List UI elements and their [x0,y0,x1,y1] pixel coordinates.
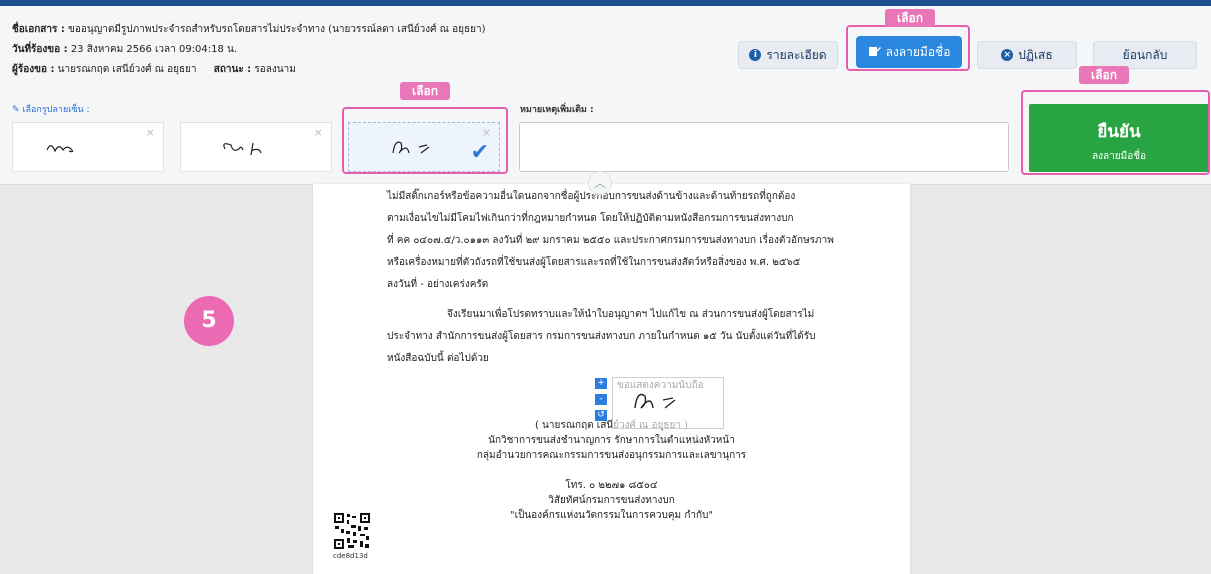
back-button[interactable]: ย้อนกลับ [1093,41,1197,69]
signature-stamp[interactable]: ขอแสดงความนับถือ [612,377,724,429]
signature-image [223,142,262,156]
signature-image [46,145,74,153]
step-number-badge: 5 [184,296,234,346]
request-date: 23 สิงหาคม 2566 เวลา 09:04:18 น. [70,44,238,55]
select-tag: เลือก [1079,66,1129,84]
signature-pen-icon: ✎ [12,105,20,115]
vision-title: วิสัยทัศน์กรมการขนส่งทางบก [548,495,675,506]
signer-title: นักวิชาการขนส่งชำนาญการ รักษาการในตำแหน่… [488,435,735,446]
phone-number: โทร. ๐ ๒๒๗๑ ๘๕๐๔ [565,480,658,491]
stamp-placeholder: ขอแสดงความนับถือ [617,380,704,391]
document-name-label: ชื่อเอกสาร : [12,24,65,35]
reject-button[interactable]: × ปฏิเสธ [977,41,1077,69]
signer-unit: กลุ่มอำนวยการคณะกรรมการขนส่งอนุกรรมการแล… [476,450,747,461]
zoom-in-button[interactable]: + [595,378,607,389]
signature-option-2[interactable]: × [180,122,332,172]
select-tag: เลือก [885,9,935,27]
request-date-label: วันที่ร้องขอ : [12,44,68,55]
qr-code [333,512,371,550]
details-button[interactable]: i รายละเอียด [738,41,838,69]
requester-name: นายรณกฤต เสนีย์วงศ์ ณ อยุธยา [57,64,197,75]
select-tag: เลือก [400,82,450,100]
document-info: ชื่อเอกสาร : ขออนุญาตมีรูปภาพประจำรถสำหร… [12,20,485,80]
document-name: ขออนุญาตมีรูปภาพประจำรถสำหรับรถโดยสารไม่… [68,24,486,35]
signature-option-1[interactable]: × [12,122,164,172]
back-button-label: ย้อนกลับ [1122,47,1168,62]
qr-code-text: cde8d13d [333,552,368,560]
body-paragraph-1: ไม่มีสติ๊กเกอร์หรือข้อความอื่นใดนอกจากชื… [387,191,834,290]
choose-signature-label: ✎ เลือกรูปลายเซ็น : [12,105,90,115]
request-date-row: วันที่ร้องขอ : 23 สิงหาคม 2566 เวลา 09:0… [12,40,485,60]
reject-x-icon: × [1001,49,1014,61]
close-icon[interactable]: × [146,126,155,139]
info-icon: i [749,49,762,61]
note-textarea[interactable] [519,122,1009,172]
reset-button[interactable]: ↺ [595,410,607,421]
status-value: รอลงนาม [254,64,296,75]
details-button-label: รายละเอียด [766,47,827,62]
requester-label: ผู้ร้องขอ : [12,64,55,75]
note-label: หมายเหตุเพิ่มเติม : [520,105,594,115]
highlight-sign-button [846,25,970,71]
zoom-out-button[interactable]: - [595,394,607,405]
document-name-row: ชื่อเอกสาร : ขออนุญาตมีรูปภาพประจำรถสำหร… [12,20,485,40]
status-label: สถานะ : [213,64,252,75]
body-paragraph-2: จึงเรียนมาเพื่อโปรดทราบและให้นำใบอนุญาตฯ… [387,309,816,364]
highlight-confirm-button [1021,90,1210,175]
reject-button-label: ปฏิเสธ [1018,47,1053,62]
close-icon[interactable]: × [314,126,323,139]
requester-row: ผู้ร้องขอ : นายรณกฤต เสนีย์วงศ์ ณ อยุธยา… [12,60,485,80]
collapse-chevron-icon[interactable]: ︿ [588,171,612,195]
vision-statement: "เป็นองค์กรแห่งนวัตกรรมในการควบคุม กำกับ… [509,510,713,521]
highlight-signature-option [342,107,508,174]
